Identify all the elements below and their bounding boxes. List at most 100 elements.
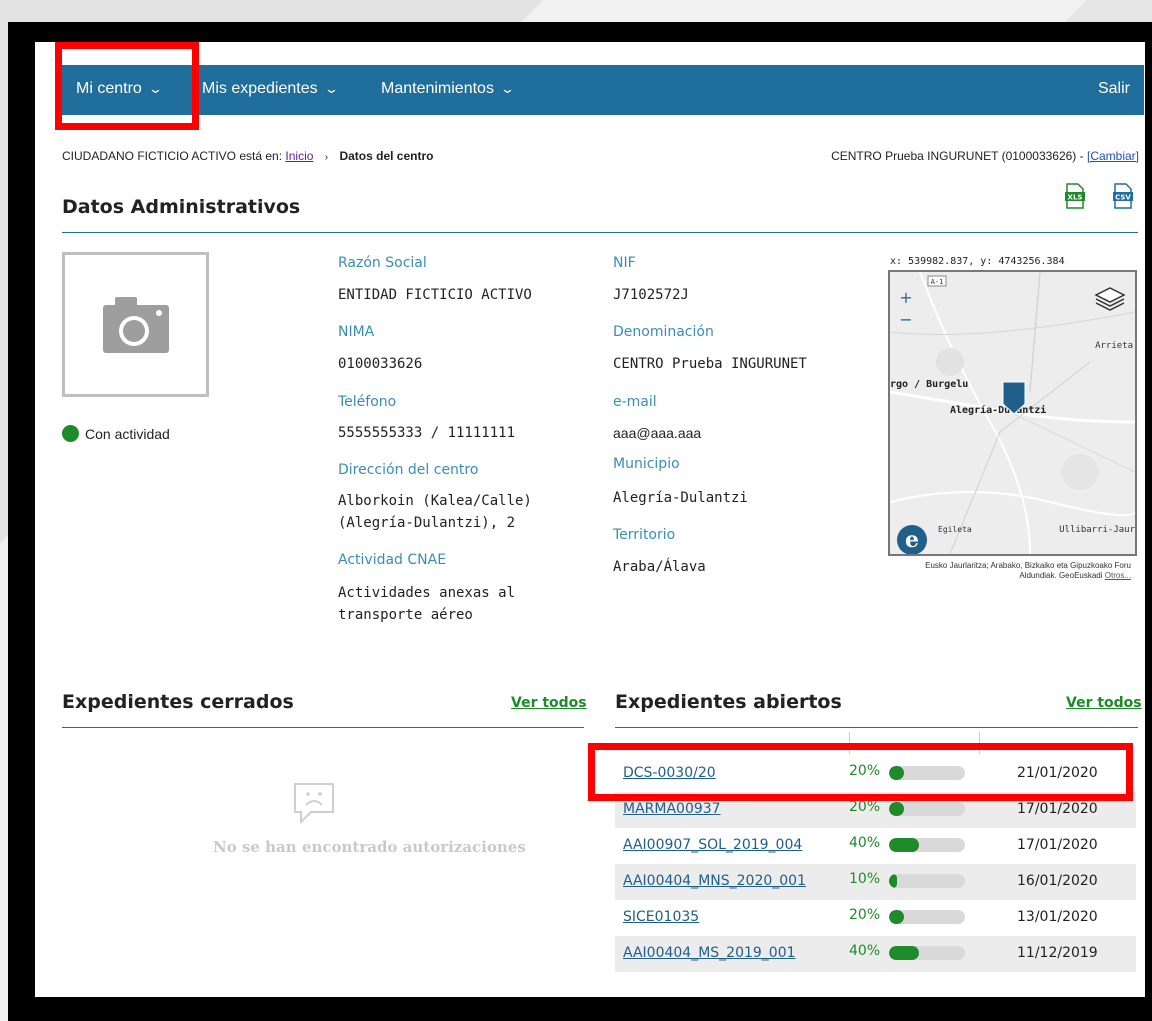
- table-row: AAI00404_MNS_2020_001 10% 16/01/2020: [615, 864, 1136, 900]
- record-progress-bar: [889, 874, 965, 888]
- record-date: 13/01/2020: [1017, 909, 1098, 925]
- main-nav: Mi centro ⌄ Mis expedientes ⌄ Mantenimient…: [56, 65, 1144, 115]
- direccion-line2: (Alegría-Dulantzi), 2: [338, 515, 516, 531]
- telefono-label: Teléfono: [338, 394, 397, 410]
- breadcrumb-current: Datos del centro: [339, 149, 434, 163]
- sad-message-icon: [294, 783, 334, 825]
- nif-label: NIF: [613, 255, 636, 271]
- activity-status-label: Con actividad: [85, 426, 170, 442]
- record-date: 17/01/2020: [1017, 837, 1098, 853]
- map-attribution-text: Eusko Jaurlaritza; Arabako, Bizkaiko eta…: [925, 561, 1131, 580]
- closed-divider: [62, 727, 584, 728]
- open-records-title: Expedientes abiertos: [615, 691, 842, 713]
- record-progress-fill: [889, 802, 904, 816]
- record-progress-percent: 40%: [849, 835, 881, 851]
- record-progress-fill: [889, 838, 919, 852]
- nav-mis-expedientes[interactable]: Mis expedientes ⌄: [202, 80, 339, 98]
- map-attribution: Eusko Jaurlaritza; Arabako, Bizkaiko eta…: [893, 561, 1131, 581]
- empty-message: No se han encontrado autorizaciones: [213, 838, 526, 856]
- nav-label: Mis expedientes: [202, 80, 318, 97]
- csv-label: CSV: [1115, 194, 1131, 202]
- record-progress-percent: 10%: [849, 871, 881, 887]
- record-progress-bar: [889, 910, 965, 924]
- zoom-in-button[interactable]: +: [899, 288, 912, 307]
- breadcrumb-separator-icon: ›: [324, 152, 329, 163]
- table-row: AAI00404_MS_2019_001 40% 11/12/2019: [615, 936, 1136, 972]
- record-code-link[interactable]: MARMA00937: [623, 801, 721, 817]
- geoeuskadi-logo-icon: e: [897, 525, 927, 554]
- denominacion-value: CENTRO Prueba INGURUNET: [613, 356, 807, 372]
- page: Mi centro ⌄ Mis expedientes ⌄ Mantenimient…: [35, 42, 1145, 997]
- change-center-link[interactable]: [Cambiar]: [1087, 149, 1139, 163]
- map-attribution-link[interactable]: Otros...: [1105, 571, 1131, 580]
- record-date: 17/01/2020: [1017, 801, 1098, 817]
- logout-link[interactable]: Salir: [1098, 80, 1130, 98]
- table-row: AAI00907_SOL_2019_004 40% 17/01/2020: [615, 828, 1136, 864]
- email-value: aaa@aaa.aaa: [613, 425, 702, 441]
- direccion-label: Dirección del centro: [338, 462, 479, 478]
- map-place-burgelu: rgo / Burgelu: [890, 379, 968, 390]
- cnae-label: Actividad CNAE: [338, 552, 447, 568]
- razon-social-value: ENTIDAD FICTICIO ACTIVO: [338, 287, 532, 303]
- closed-records-title: Expedientes cerrados: [62, 691, 294, 713]
- nima-value: 0100033626: [338, 356, 423, 372]
- municipio-value: Alegría-Dulantzi: [613, 490, 748, 506]
- section-divider: [62, 232, 1138, 233]
- nav-label: Mantenimientos: [381, 80, 494, 97]
- record-progress-fill: [889, 946, 919, 960]
- direccion-line1: Alborkoin (Kalea/Calle): [338, 493, 532, 509]
- nima-label: NIMA: [338, 324, 375, 340]
- map-place-arrieta: Arrieta: [1095, 341, 1133, 351]
- highlight-box-first-record: [588, 743, 1133, 801]
- nav-mantenimientos[interactable]: Mantenimientos ⌄: [381, 80, 515, 98]
- breadcrumb-home-link[interactable]: Inicio: [285, 149, 313, 163]
- email-label: e-mail: [613, 394, 657, 410]
- breadcrumb: CIUDADANO FICTICIO ACTIVO está en: Inici…: [62, 149, 433, 163]
- xls-export-icon[interactable]: XLS: [1064, 183, 1086, 209]
- record-progress-percent: 20%: [849, 799, 881, 815]
- closed-view-all-link[interactable]: Ver todos: [511, 695, 587, 711]
- cnae-line2: transporte aéreo: [338, 607, 473, 623]
- breadcrumb-user: CIUDADANO FICTICIO ACTIVO está en:: [62, 149, 283, 163]
- map-place-ullibarri: Ullibarri-Jaur: [1059, 525, 1135, 535]
- record-progress-fill: [889, 910, 904, 924]
- record-date: 11/12/2019: [1017, 945, 1098, 961]
- territorio-label: Territorio: [613, 527, 676, 543]
- record-code-link[interactable]: AAI00404_MNS_2020_001: [623, 873, 806, 889]
- road-label: A-1: [931, 278, 944, 286]
- section-title: Datos Administrativos: [62, 196, 301, 218]
- open-view-all-link[interactable]: Ver todos: [1066, 695, 1142, 711]
- svg-text:e: e: [905, 527, 919, 553]
- center-photo-placeholder[interactable]: [62, 252, 209, 397]
- record-progress-bar: [889, 838, 965, 852]
- zoom-out-button[interactable]: −: [899, 310, 912, 329]
- location-map[interactable]: A-1 + − Arrieta rgo / Burgelu Alegría-Du…: [888, 270, 1137, 556]
- record-date: 16/01/2020: [1017, 873, 1098, 889]
- xls-label: XLS: [1068, 194, 1083, 202]
- current-center-label: CENTRO Prueba INGURUNET (0100033626) -: [831, 149, 1084, 163]
- current-center: CENTRO Prueba INGURUNET (0100033626) - […: [831, 149, 1139, 163]
- record-progress-percent: 20%: [849, 907, 881, 923]
- activity-status: Con actividad: [62, 425, 170, 442]
- map-canvas: A-1 + − Arrieta rgo / Burgelu Alegría-Du…: [890, 272, 1135, 554]
- record-progress-fill: [889, 874, 897, 888]
- open-divider: [615, 727, 1138, 728]
- camera-icon: [103, 297, 169, 353]
- razon-social-label: Razón Social: [338, 255, 427, 271]
- record-progress-bar: [889, 802, 965, 816]
- cnae-line1: Actividades anexas al: [338, 585, 516, 601]
- map-place-egileta: Egileta: [938, 525, 972, 534]
- status-dot-icon: [62, 425, 79, 442]
- municipio-label: Municipio: [613, 456, 680, 472]
- map-coordinates: x: 539982.837, y: 4743256.384: [890, 256, 1065, 267]
- map-place-alegria: Alegría-Dulantzi: [950, 404, 1046, 416]
- denominacion-label: Denominación: [613, 324, 714, 340]
- record-code-link[interactable]: AAI00404_MS_2019_001: [623, 945, 796, 961]
- record-progress-percent: 40%: [849, 943, 881, 959]
- record-code-link[interactable]: SICE01035: [623, 909, 699, 925]
- table-row: SICE01035 20% 13/01/2020: [615, 900, 1136, 936]
- chevron-down-icon: ⌄: [323, 81, 339, 96]
- nif-value: J7102572J: [613, 287, 689, 303]
- csv-export-icon[interactable]: CSV: [1112, 183, 1134, 209]
- record-code-link[interactable]: AAI00907_SOL_2019_004: [623, 837, 802, 853]
